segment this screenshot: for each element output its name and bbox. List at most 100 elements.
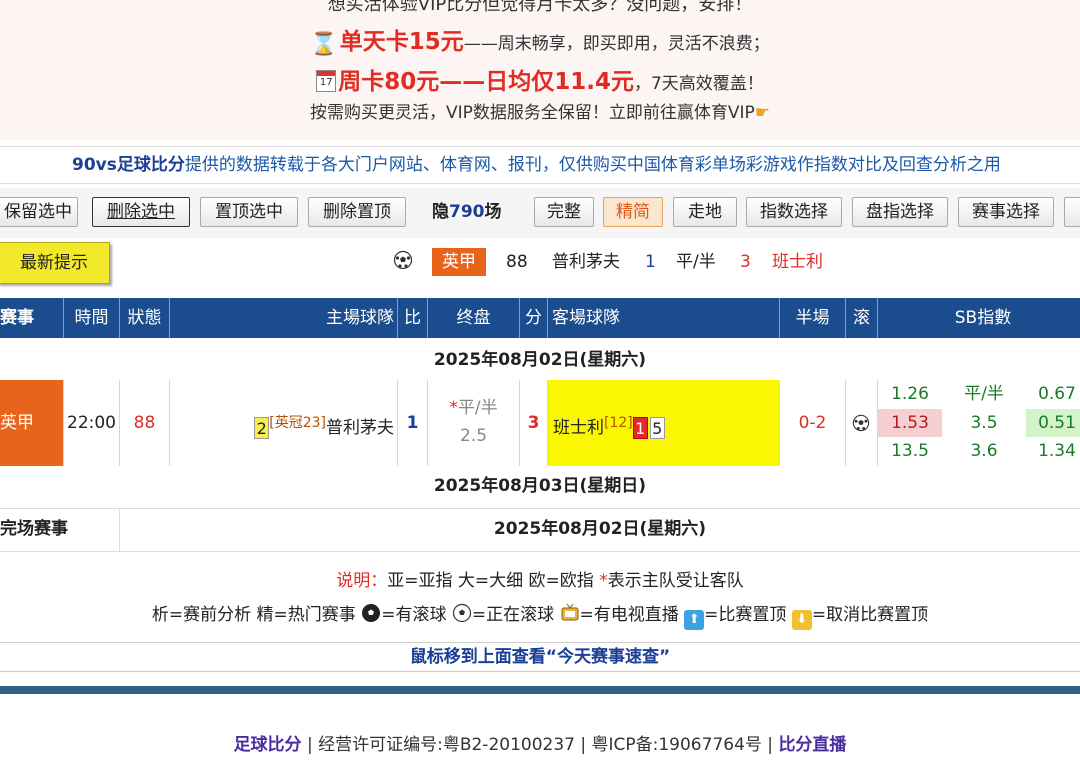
sb-odds-cell[interactable]: 1.26 平/半 0.67 1.53 3.5 0.51 13.5 3.6 1.3… xyxy=(878,380,1080,466)
today-quick-view-hint[interactable]: 鼠标移到上面查看“今天赛事速查” xyxy=(0,642,1080,672)
odds-value: 0.67 xyxy=(1038,384,1076,404)
pin-selected-button[interactable]: 置顶选中 xyxy=(200,197,298,227)
odds-value: 1.26 xyxy=(891,384,929,404)
match-home-team-cell[interactable]: 2 [英冠23]普利茅夫 xyxy=(170,380,398,466)
home-score: 1 xyxy=(398,380,428,466)
hidden-match-count: 隐790场 xyxy=(432,202,502,222)
match-table-header: 赛事 時間 狀態 主場球隊 比 终盘 分 客場球隊 半場 滚 SB指數 xyxy=(0,298,1080,338)
finished-matches-row[interactable]: 完场赛事 2025年08月02日(星期六) xyxy=(0,508,1080,552)
tip-away-score: 3 xyxy=(740,252,751,272)
notice-brand: 90vs足球比分 xyxy=(72,155,185,175)
footer-link-scores[interactable]: 足球比分 xyxy=(234,735,302,755)
more-button[interactable] xyxy=(1064,197,1080,227)
tip-line: 平/半 xyxy=(676,252,716,272)
line-value: 2.5 xyxy=(459,426,488,446)
delete-selected-button[interactable]: 删除选中 xyxy=(92,197,190,227)
odds-value: 3.5 xyxy=(970,413,998,433)
footer-divider xyxy=(0,686,1080,694)
col-home-team: 主場球隊 xyxy=(170,298,398,338)
promo-vip-text[interactable]: 按需购买更灵活，VIP数据服务全保留！立即前往赢体育VIP xyxy=(310,103,755,123)
table-row[interactable]: 英甲 22:00 88 2 [英冠23]普利茅夫 1 *平/半 2.5 3 班士利… xyxy=(0,380,1080,466)
col-event[interactable]: 赛事 xyxy=(0,298,64,338)
promo-day-card-price: 单天卡15元 xyxy=(339,29,464,55)
col-sb-odds[interactable]: SB指數 xyxy=(878,298,1080,338)
legend-line-1: 说明：亚=亚指 大=大细 欧=欧指 *表示主队受让客队 xyxy=(336,571,744,591)
calendar-icon: 17 xyxy=(316,70,337,92)
promo-line-intro: 想买活体验VIP比分但觉得月卡太多？没问题，安排！ xyxy=(327,0,753,15)
col-status: 狀態 xyxy=(120,298,170,338)
notice-text: 提供的数据转载于各大门户网站、体育网、报刊，仅供购买中国体育彩单场彩游戏作指数对… xyxy=(184,155,1001,175)
match-time: 22:00 xyxy=(64,380,120,466)
full-view-button[interactable]: 完整 xyxy=(534,197,594,227)
odds-value: 13.5 xyxy=(891,441,929,461)
hourglass-icon: ⌛ xyxy=(310,32,338,57)
has-live-ball-icon xyxy=(362,604,381,622)
final-line-cell: *平/半 2.5 xyxy=(428,380,520,466)
line-text: 平/半 xyxy=(457,398,498,418)
compact-view-button[interactable]: 精简 xyxy=(603,197,663,227)
unpin-down-arrow-icon: ⬇ xyxy=(791,610,812,630)
col-away-team: 客場球隊 xyxy=(548,298,780,338)
col-final-line: 终盘 xyxy=(428,298,520,338)
away-team-name[interactable]: 班士利 xyxy=(553,418,604,438)
tv-icon xyxy=(561,603,579,621)
pointing-hand-icon: ☛ xyxy=(754,103,771,123)
odds-value: 1.53 xyxy=(878,409,942,437)
tip-minute: 88 xyxy=(506,252,528,272)
footer-license: | 经营许可证编号:粤B2-20100237 | 粤ICP备:19067764号… xyxy=(301,735,779,755)
live-cell[interactable] xyxy=(846,380,878,466)
tip-home-team: 普利茅夫 xyxy=(552,252,620,272)
tip-home-score: 1 xyxy=(645,252,656,272)
promo-line-vip-link[interactable]: 按需购买更灵活，VIP数据服务全保留！立即前往赢体育VIP☛ xyxy=(0,98,1080,123)
odds-value: 3.6 xyxy=(970,441,998,461)
line-star: * xyxy=(449,398,458,418)
date-row-2: 2025年08月03日(星期日) xyxy=(433,476,647,496)
latest-tip-bar: 最新提示 英甲 88 普利茅夫 1 平/半 3 班士利 xyxy=(0,240,1080,286)
promo-line-day-card: ⌛单天卡15元——周末畅享，即买即用，灵活不浪费； xyxy=(0,22,1080,57)
col-live: 滚 xyxy=(846,298,878,338)
promo-banner: 想买活体验VIP比分但觉得月卡太多？没问题，安排！ ⌛单天卡15元——周末畅享，… xyxy=(0,0,1080,140)
finished-label[interactable]: 完场赛事 xyxy=(0,509,120,551)
col-half: 半場 xyxy=(780,298,846,338)
footer-link-live[interactable]: 比分直播 xyxy=(778,735,846,755)
tip-away-team: 班士利 xyxy=(772,252,823,272)
live-now-ball-icon xyxy=(452,603,471,623)
match-away-team-cell[interactable]: 班士利[12] 1 5 xyxy=(548,380,780,466)
tip-league-badge: 英甲 xyxy=(432,248,486,276)
promo-week-card-price: 周卡80元——日均仅11.4元 xyxy=(338,69,634,95)
keep-selected-button[interactable]: 保留选中 xyxy=(0,197,78,227)
delete-pinned-button[interactable]: 删除置顶 xyxy=(308,197,406,227)
finished-date: 2025年08月02日(星期六) xyxy=(493,519,707,539)
away-team-rank: [12] xyxy=(604,415,633,431)
promo-line-week-card: 17 周卡80元——日均仅11.4元，7天高效覆盖！ xyxy=(0,62,1080,96)
half-score: 0-2 xyxy=(780,380,846,466)
latest-tip-button[interactable]: 最新提示 xyxy=(0,242,110,284)
odds-value: 1.34 xyxy=(1038,441,1076,461)
home-yellow-card-count: 2 xyxy=(254,417,270,439)
odds-value: 平/半 xyxy=(964,384,1004,404)
home-team-name[interactable]: 普利茅夫 xyxy=(326,418,394,438)
col-time[interactable]: 時間 xyxy=(64,298,120,338)
away-yellow-card-count: 5 xyxy=(649,417,665,439)
date-row-1: 2025年08月02日(星期六) xyxy=(433,350,647,370)
event-select-button[interactable]: 赛事选择 xyxy=(958,197,1054,227)
col-score-right: 分 xyxy=(520,298,548,338)
walkover-button[interactable]: 走地 xyxy=(673,197,737,227)
odds-select-button[interactable]: 指数选择 xyxy=(746,197,842,227)
away-score: 3 xyxy=(520,380,548,466)
soccer-ball-icon xyxy=(393,250,413,270)
live-ball-icon[interactable] xyxy=(852,414,870,432)
match-league[interactable]: 英甲 xyxy=(0,380,64,466)
toolbar: 保留选中 删除选中 置顶选中 删除置顶 隐790场 完整 精简 走地 指数选择 … xyxy=(0,188,1080,238)
promo-day-card-text: ——周末畅享，即买即用，灵活不浪费； xyxy=(463,34,770,54)
handicap-select-button[interactable]: 盘指选择 xyxy=(852,197,948,227)
disclaimer-notice: 90vs足球比分提供的数据转载于各大门户网站、体育网、报刊，仅供购买中国体育彩单… xyxy=(0,146,1080,184)
col-score-left: 比 xyxy=(398,298,428,338)
match-status: 88 xyxy=(120,380,170,466)
home-team-rank: [英冠23] xyxy=(269,415,326,431)
away-red-card-count: 1 xyxy=(632,417,648,439)
odds-value: 0.51 xyxy=(1026,409,1080,437)
pin-up-arrow-icon: ⬆ xyxy=(684,610,705,630)
promo-week-card-text: ，7天高效覆盖！ xyxy=(633,74,764,94)
footer: 足球比分 | 经营许可证编号:粤B2-20100237 | 粤ICP备:1906… xyxy=(0,730,1080,755)
